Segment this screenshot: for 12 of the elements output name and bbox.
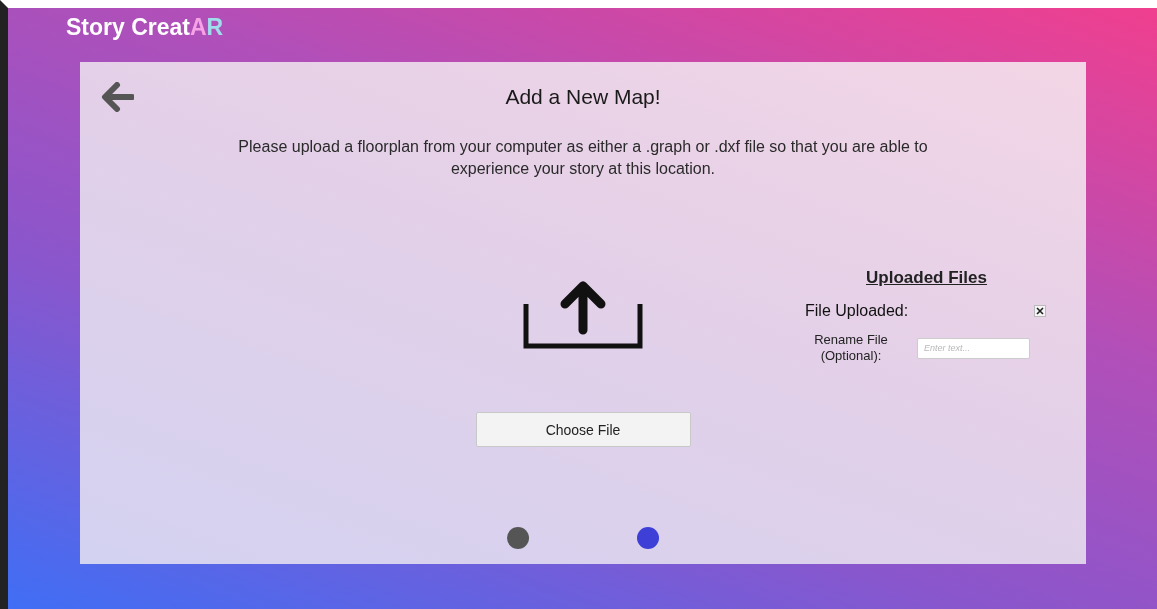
uploaded-files-heading: Uploaded Files [866,268,987,288]
app-logo: Story CreatAR [66,14,225,42]
page-dot[interactable] [507,527,529,549]
file-uploaded-label: File Uploaded: [805,302,909,320]
description-text: Please upload a floorplan from your computer as either a .graph or .dxf file so that you are able to experience your story at this location. [237,137,929,179]
page-dot[interactable] [637,527,659,549]
rename-file-label: Rename File (Optional): [813,332,889,364]
back-arrow-icon[interactable] [100,82,134,112]
rename-input-field[interactable]: Enter text... [917,337,1030,359]
file-uploaded-checkbox[interactable] [1034,305,1046,317]
choose-file-button[interactable]: Choose File [475,412,691,447]
page-title: Add a New Map! [504,85,662,109]
